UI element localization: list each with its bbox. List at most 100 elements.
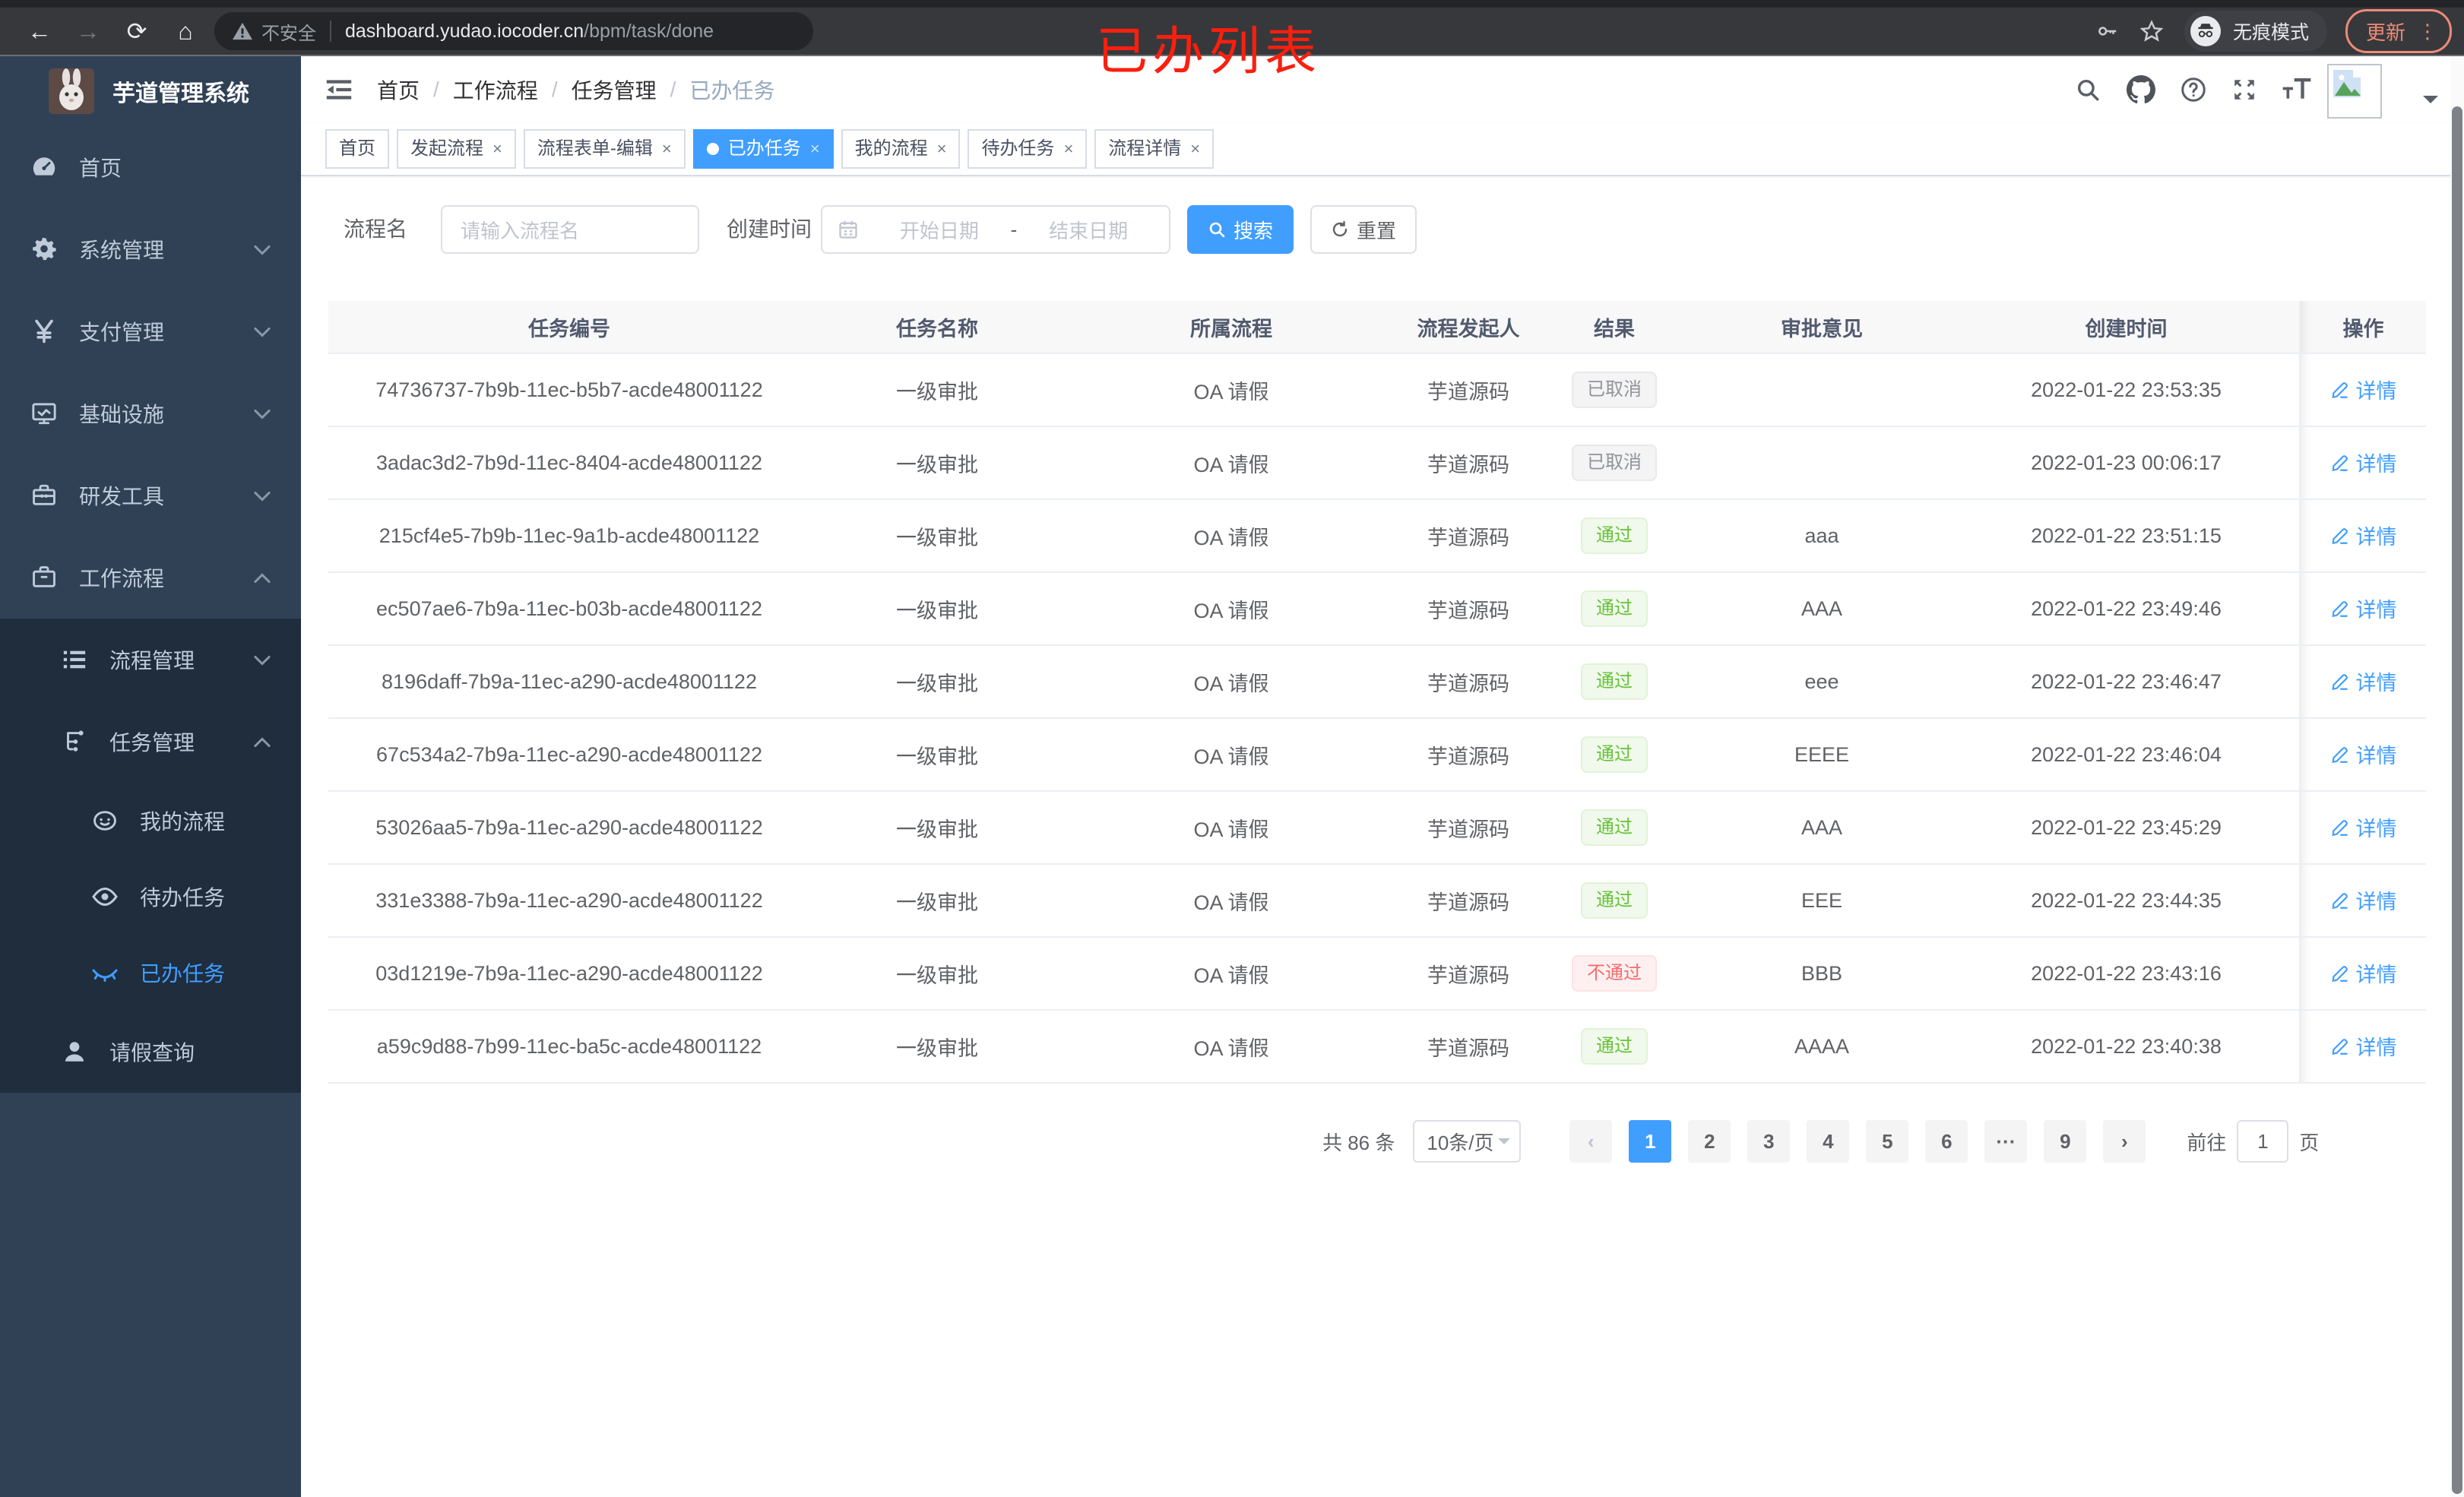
browser-menu-icon[interactable]: ⋮ xyxy=(2418,20,2437,43)
page-button-9[interactable]: 9 xyxy=(2044,1120,2087,1163)
back-icon[interactable]: ← xyxy=(15,11,64,51)
page-size-select[interactable]: 10条/页 xyxy=(1413,1120,1522,1163)
date-range-input[interactable]: 开始日期 - 结束日期 xyxy=(821,205,1170,254)
prev-page-button[interactable]: ‹ xyxy=(1569,1120,1613,1163)
browser-update-button[interactable]: 更新 ⋮ xyxy=(2345,9,2452,53)
sidebar-item-5[interactable]: 工作流程 xyxy=(0,536,301,619)
home-icon[interactable]: ⌂ xyxy=(161,11,210,51)
page-button-5[interactable]: 5 xyxy=(1866,1120,1909,1163)
cell-result: 通过 xyxy=(1538,645,1690,719)
sidebar-item-10[interactable]: 已办任务 xyxy=(0,935,301,1011)
page-button-4[interactable]: 4 xyxy=(1807,1120,1850,1163)
detail-button[interactable]: 详情 xyxy=(2330,739,2397,769)
page-button-1[interactable]: 1 xyxy=(1629,1120,1672,1163)
sidebar-item-1[interactable]: 系统管理 xyxy=(0,208,301,290)
avatar-caret-icon[interactable] xyxy=(2423,96,2438,111)
close-icon[interactable]: × xyxy=(1190,141,1200,157)
page-button-3[interactable]: 3 xyxy=(1747,1120,1791,1163)
close-icon[interactable]: × xyxy=(1063,141,1073,157)
browser-nav-buttons: ← → ⟳ ⌂ xyxy=(0,11,210,51)
font-size-icon[interactable] xyxy=(2282,56,2312,123)
not-secure-warning-icon xyxy=(233,22,252,40)
security-label[interactable]: 不安全 xyxy=(261,18,316,45)
breadcrumb-item-1[interactable]: 工作流程 xyxy=(453,74,538,105)
cell-task-name: 一级审批 xyxy=(810,426,1064,500)
cell-opinion: EEEE xyxy=(1690,718,1953,792)
scrollbar[interactable] xyxy=(2450,56,2464,1497)
password-key-icon[interactable] xyxy=(2096,20,2119,43)
reset-button[interactable]: 重置 xyxy=(1310,205,1417,254)
tag-2[interactable]: 流程表单-编辑 × xyxy=(523,129,686,169)
avatar[interactable] xyxy=(2327,64,2382,119)
sidebar-fold-icon[interactable] xyxy=(325,76,353,103)
detail-button[interactable]: 详情 xyxy=(2330,812,2397,842)
date-separator: - xyxy=(1010,217,1018,241)
close-icon[interactable]: × xyxy=(662,141,672,157)
scrollbar-thumb[interactable] xyxy=(2452,106,2462,1494)
tag-4[interactable]: 我的流程 × xyxy=(841,129,961,169)
browser-toolbar-right: 无痕模式 更新 ⋮ xyxy=(2096,8,2464,55)
cell-process: OA 请假 xyxy=(1064,353,1398,427)
sidebar-item-11[interactable]: 请假查询 xyxy=(0,1011,301,1093)
column-header-task-id: 任务编号 xyxy=(328,301,810,354)
bookmark-star-icon[interactable] xyxy=(2139,20,2163,43)
table-row-8: 03d1219e-7b9a-11ec-a290-acde48001122 一级审批… xyxy=(328,937,2426,1011)
detail-button[interactable]: 详情 xyxy=(2330,1031,2397,1061)
close-icon[interactable]: × xyxy=(810,141,820,157)
tag-1[interactable]: 发起流程 × xyxy=(397,129,516,169)
detail-button[interactable]: 详情 xyxy=(2330,666,2397,696)
sidebar-item-2[interactable]: 支付管理 xyxy=(0,290,301,372)
close-icon[interactable]: × xyxy=(937,141,947,157)
eye-open-icon xyxy=(91,883,119,910)
reload-icon[interactable]: ⟳ xyxy=(112,11,161,51)
next-page-button[interactable]: › xyxy=(2103,1120,2146,1163)
detail-button[interactable]: 详情 xyxy=(2330,521,2397,550)
fullscreen-icon[interactable] xyxy=(2231,56,2257,123)
tag-0[interactable]: 首页 xyxy=(325,129,389,169)
detail-button[interactable]: 详情 xyxy=(2330,593,2397,623)
cell-task-name: 一级审批 xyxy=(810,353,1064,427)
page-button-6[interactable]: 6 xyxy=(1925,1120,1968,1163)
update-label[interactable]: 更新 xyxy=(2366,17,2405,46)
sidebar-item-9[interactable]: 待办任务 xyxy=(0,859,301,935)
page-button-2[interactable]: 2 xyxy=(1688,1120,1731,1163)
cell-starter: 芋道源码 xyxy=(1398,572,1538,646)
tag-5[interactable]: 待办任务 × xyxy=(968,129,1088,169)
cell-result: 通过 xyxy=(1538,718,1690,792)
sidebar-item-7[interactable]: 任务管理 xyxy=(0,701,301,783)
cell-create-time: 2022-01-22 23:46:47 xyxy=(1953,645,2300,719)
tag-6[interactable]: 流程详情 × xyxy=(1094,129,1215,169)
detail-button[interactable]: 详情 xyxy=(2330,958,2397,988)
search-button[interactable]: 搜索 xyxy=(1187,205,1294,254)
header-search-icon[interactable] xyxy=(2075,56,2101,123)
goto-page-input[interactable]: 1 xyxy=(2237,1120,2289,1163)
detail-button-label: 详情 xyxy=(2355,599,2397,622)
detail-button[interactable]: 详情 xyxy=(2330,448,2397,477)
cell-actions: 详情 xyxy=(2299,353,2426,427)
detail-button[interactable]: 详情 xyxy=(2330,375,2397,404)
forward-icon[interactable]: → xyxy=(64,11,112,51)
detail-button[interactable]: 详情 xyxy=(2330,885,2397,915)
url-path: /bpm/task/done xyxy=(584,20,714,42)
address-bar[interactable]: 不安全 dashboard.yudao.iocoder.cn/bpm/task/… xyxy=(214,12,813,50)
sidebar-item-0[interactable]: 首页 xyxy=(0,126,301,208)
process-name-input[interactable]: 请输入流程名 xyxy=(441,205,699,254)
sidebar-logo-row[interactable]: 芋道管理系统 xyxy=(0,56,301,126)
close-icon[interactable]: × xyxy=(492,141,502,157)
sidebar-item-4[interactable]: 研发工具 xyxy=(0,454,301,536)
sidebar-item-6[interactable]: 流程管理 xyxy=(0,619,301,701)
sidebar-item-3[interactable]: 基础设施 xyxy=(0,372,301,454)
sidebar-item-8[interactable]: 我的流程 xyxy=(0,783,301,859)
breadcrumb-item-0[interactable]: 首页 xyxy=(377,74,420,105)
url-host[interactable]: dashboard.yudao.iocoder.cn xyxy=(345,21,584,43)
cell-create-time: 2022-01-22 23:45:29 xyxy=(1953,791,2300,865)
tag-3[interactable]: 已办任务 × xyxy=(692,129,834,169)
breadcrumb-item-2[interactable]: 任务管理 xyxy=(572,74,657,105)
cell-opinion: AAA xyxy=(1690,791,1953,865)
sidebar-item-label: 研发工具 xyxy=(79,485,165,508)
more-pages-icon[interactable]: ··· xyxy=(1984,1120,2028,1163)
help-icon[interactable] xyxy=(2180,56,2207,123)
cell-result: 通过 xyxy=(1538,1010,1690,1084)
github-icon[interactable] xyxy=(2127,56,2155,123)
tag-label: 已办任务 xyxy=(727,138,801,159)
